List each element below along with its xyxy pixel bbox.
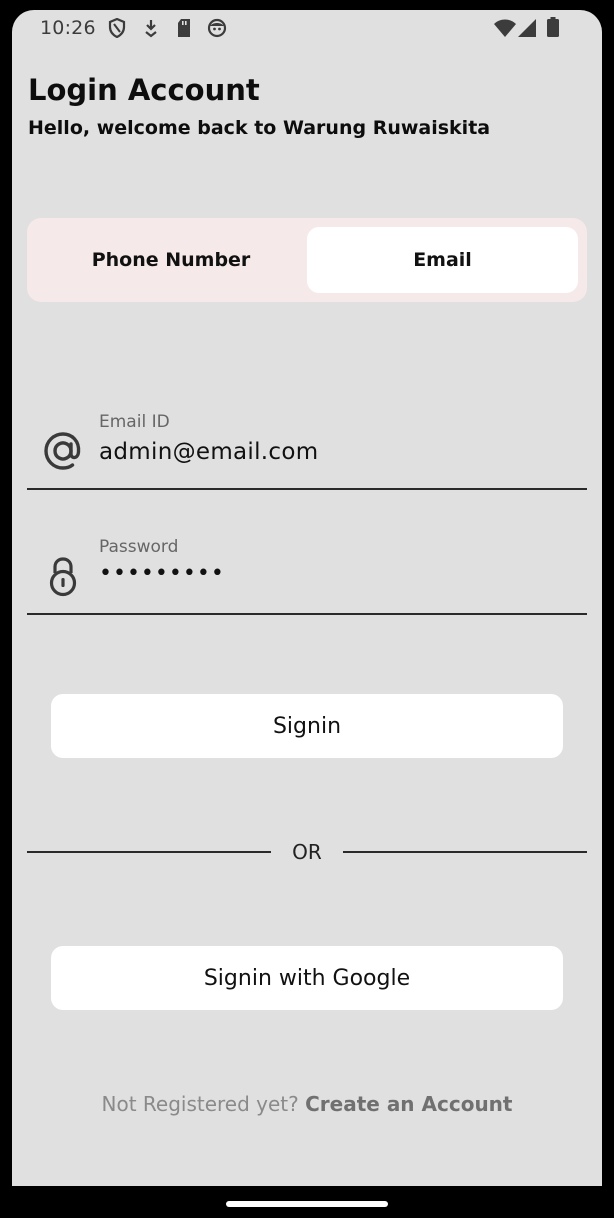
- download-icon: [143, 18, 159, 38]
- face-icon: [207, 18, 227, 38]
- register-prompt: Not Registered yet?: [101, 1092, 299, 1116]
- battery-icon: [547, 17, 559, 37]
- wifi-icon: [494, 19, 516, 37]
- email-field[interactable]: Email ID admin@email.com: [27, 404, 587, 490]
- navigation-handle[interactable]: [226, 1201, 388, 1207]
- page-subtitle: Hello, welcome back to Warung Ruwaiskita: [28, 117, 491, 139]
- create-account-link[interactable]: Create an Account: [305, 1092, 512, 1116]
- divider-text: OR: [292, 840, 322, 864]
- email-label: Email ID: [99, 412, 170, 432]
- signin-button[interactable]: Signin: [51, 694, 563, 758]
- password-field[interactable]: Password •••••••••: [27, 529, 587, 615]
- login-screen: 10:26 Login Account Hello, welcome back …: [12, 10, 602, 1186]
- status-time: 10:26: [40, 17, 96, 39]
- status-bar: 10:26: [12, 10, 602, 48]
- tab-email[interactable]: Email: [307, 227, 578, 293]
- divider-line-left: [27, 851, 271, 853]
- email-value[interactable]: admin@email.com: [99, 439, 318, 465]
- signal-icon: [518, 19, 536, 37]
- password-label: Password: [99, 537, 179, 557]
- at-sign-icon: [43, 431, 83, 475]
- register-row: Not Registered yet? Create an Account: [12, 1092, 602, 1116]
- divider-line-right: [343, 851, 587, 853]
- sd-card-icon: [176, 18, 192, 38]
- login-method-tabs: Phone Number Email: [27, 218, 587, 302]
- password-value[interactable]: •••••••••: [99, 561, 225, 586]
- or-divider: OR: [27, 840, 587, 864]
- lock-icon: [49, 557, 77, 601]
- signin-with-google-button[interactable]: Signin with Google: [51, 946, 563, 1010]
- tab-phone-number[interactable]: Phone Number: [35, 227, 307, 293]
- shield-icon: [108, 18, 126, 38]
- page-title: Login Account: [28, 73, 260, 107]
